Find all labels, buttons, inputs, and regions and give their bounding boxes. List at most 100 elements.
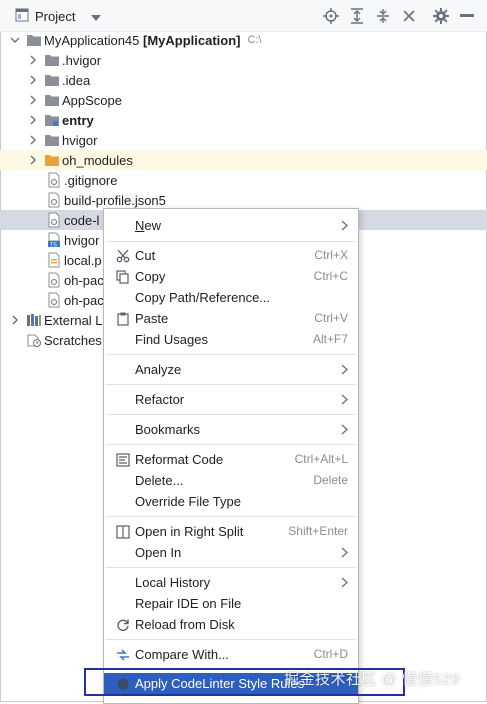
menu-item-paste[interactable]: Paste Ctrl+V — [104, 308, 358, 329]
tree-item-label: build-profile.json5 — [64, 192, 166, 208]
paste-icon — [115, 311, 130, 326]
chevron-right-icon[interactable] — [28, 115, 38, 125]
menu-item-repair-ide[interactable]: Repair IDE on File — [104, 593, 358, 614]
tree-item-label: External L — [44, 312, 103, 328]
menu-item-compare-with[interactable]: Compare With... Ctrl+D — [104, 644, 358, 665]
menu-item-local-history[interactable]: Local History — [104, 572, 358, 593]
chevron-down-icon[interactable] — [10, 35, 20, 45]
menu-item-reformat-code[interactable]: Reformat Code Ctrl+Alt+L — [104, 449, 358, 470]
tree-item-label: Scratches — [44, 332, 102, 348]
chevron-right-icon[interactable] — [28, 75, 38, 85]
menu-item-open-right-split[interactable]: Open in Right Split Shift+Enter — [104, 521, 358, 542]
tree-row-build-profile[interactable]: build-profile.json5 — [0, 190, 487, 210]
compare-icon — [115, 647, 130, 662]
svg-text:TS: TS — [49, 243, 57, 249]
submenu-arrow-icon — [341, 547, 348, 558]
menu-item-copy[interactable]: Copy Ctrl+C — [104, 266, 358, 287]
chevron-right-icon[interactable] — [28, 135, 38, 145]
chevron-right-icon[interactable] — [10, 315, 20, 325]
shortcut-label: Ctrl+X — [314, 248, 348, 262]
menu-separator — [106, 567, 356, 568]
tree-row-hvigor[interactable]: hvigor — [0, 130, 487, 150]
menu-item-label: Compare With... — [135, 647, 229, 662]
tree-row-oh-modules[interactable]: oh_modules — [0, 150, 487, 170]
menu-item-delete[interactable]: Delete... Delete — [104, 470, 358, 491]
tree-item-label: MyApplication45 — [44, 32, 140, 48]
project-path: C:\ — [247, 34, 262, 46]
tree-row-entry[interactable]: entry — [0, 110, 487, 130]
close-icon[interactable] — [399, 6, 419, 26]
menu-item-new[interactable]: New — [104, 215, 358, 236]
tree-item-label: AppScope — [62, 92, 122, 108]
file-icon — [46, 172, 62, 188]
chevron-right-icon[interactable] — [28, 95, 38, 105]
submenu-arrow-icon — [341, 220, 348, 231]
tree-item-label: oh-pac — [64, 272, 104, 288]
chevron-right-icon[interactable] — [28, 55, 38, 65]
submenu-arrow-icon — [341, 577, 348, 588]
tree-row-root[interactable]: MyApplication45 [MyApplication] C:\ — [0, 30, 487, 50]
submenu-arrow-icon — [341, 424, 348, 435]
menu-separator — [106, 384, 356, 385]
properties-file-icon — [46, 252, 62, 268]
tree-item-label: local.p — [64, 252, 102, 268]
folder-icon — [44, 92, 60, 108]
menu-item-override-file-type[interactable]: Override File Type — [104, 491, 358, 512]
menu-item-copy-path[interactable]: Copy Path/Reference... — [104, 287, 358, 308]
shortcut-label: Ctrl+D — [313, 647, 348, 661]
dropdown-icon[interactable] — [91, 9, 102, 24]
tree-row-gitignore[interactable]: .gitignore — [0, 170, 487, 190]
collapse-all-icon[interactable] — [373, 6, 393, 26]
menu-item-label: Analyze — [135, 362, 182, 377]
menu-separator — [106, 414, 356, 415]
menu-item-cut[interactable]: Cut Ctrl+X — [104, 245, 358, 266]
menu-item-label: Find Usages — [135, 332, 208, 347]
locate-icon[interactable] — [321, 6, 341, 26]
menu-item-label: Refactor — [135, 392, 185, 407]
menu-separator — [106, 516, 356, 517]
folder-icon — [44, 132, 60, 148]
folder-icon — [44, 52, 60, 68]
shortcut-label: Alt+F7 — [312, 332, 348, 346]
scratches-icon — [26, 332, 42, 348]
libraries-icon — [26, 312, 42, 328]
project-toolbar: Project — [0, 0, 487, 32]
menu-item-label: Local History — [135, 575, 211, 590]
menu-separator — [106, 639, 356, 640]
menu-item-analyze[interactable]: Analyze — [104, 359, 358, 380]
menu-item-find-usages[interactable]: Find Usages Alt+F7 — [104, 329, 358, 350]
tree-row-idea[interactable]: .idea — [0, 70, 487, 90]
menu-item-open-in[interactable]: Open In — [104, 542, 358, 563]
folder-icon — [44, 72, 60, 88]
tree-item-label: .idea — [62, 72, 91, 88]
tree-item-label: .gitignore — [64, 172, 118, 188]
menu-item-label: Cut — [135, 248, 156, 263]
menu-separator — [106, 241, 356, 242]
gear-icon[interactable] — [431, 6, 451, 26]
shortcut-label: Ctrl+V — [314, 311, 348, 325]
mnemonic-letter: N — [135, 218, 145, 233]
shortcut-label: Shift+Enter — [288, 524, 348, 538]
chevron-right-icon[interactable] — [28, 155, 38, 165]
shortcut-label: Ctrl+C — [313, 269, 348, 283]
menu-item-label: Override File Type — [135, 494, 241, 509]
menu-item-label: Reformat Code — [135, 452, 224, 467]
shortcut-label: Delete — [313, 473, 348, 487]
project-view-title: Project — [35, 9, 76, 24]
tree-item-label: oh-pac — [64, 292, 104, 308]
hide-icon[interactable] — [457, 6, 477, 26]
submenu-arrow-icon — [341, 394, 348, 405]
project-view-selector[interactable]: Project — [15, 8, 102, 25]
tree-item-label: hvigor — [64, 232, 100, 248]
menu-item-refactor[interactable]: Refactor — [104, 389, 358, 410]
tree-item-label: .hvigor — [62, 52, 102, 68]
tree-row-hvigor-dir[interactable]: .hvigor — [0, 50, 487, 70]
expand-all-icon[interactable] — [347, 6, 367, 26]
shortcut-label: Ctrl+Alt+L — [294, 452, 348, 466]
menu-item-reload-from-disk[interactable]: Reload from Disk — [104, 614, 358, 635]
menu-separator — [106, 354, 356, 355]
menu-item-label: Reload from Disk — [135, 617, 235, 632]
menu-item-bookmarks[interactable]: Bookmarks — [104, 419, 358, 440]
menu-item-label: ew — [144, 218, 162, 233]
tree-row-appscope[interactable]: AppScope — [0, 90, 487, 110]
